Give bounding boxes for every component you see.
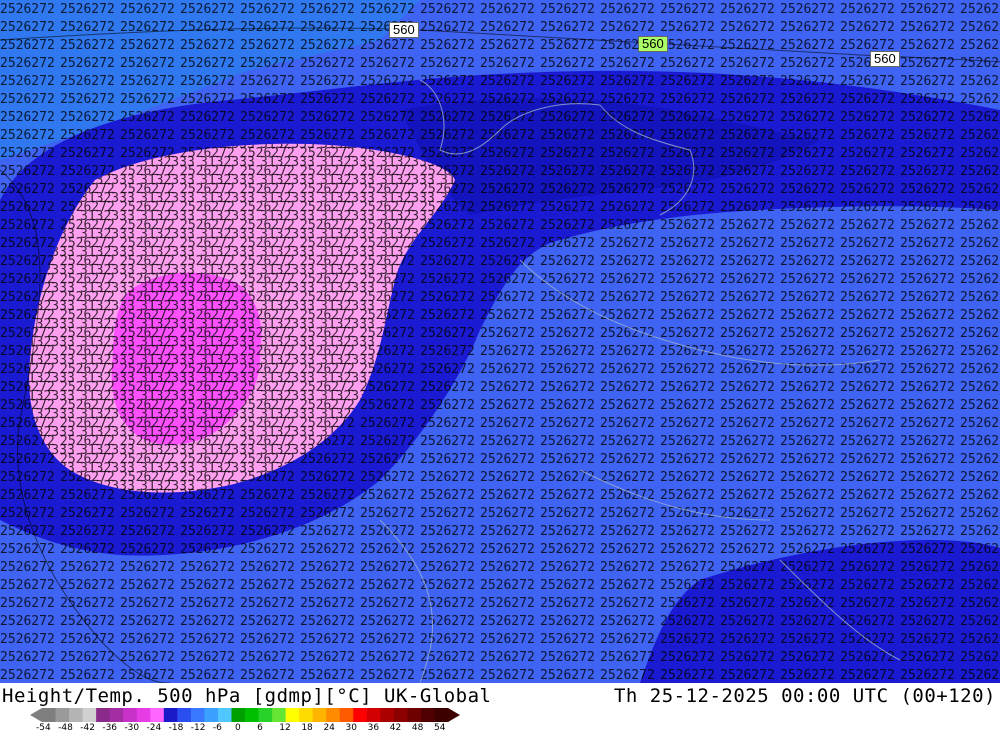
colorbar-swatch bbox=[285, 708, 300, 722]
colorbar-swatch bbox=[258, 708, 273, 722]
map-valid-time: Th 25-12-2025 00:00 UTC (00+120) bbox=[613, 685, 996, 707]
colorbar-tick-label: 54 bbox=[434, 723, 446, 733]
colorbar-tick-label: -48 bbox=[58, 723, 73, 733]
colorbar-swatch bbox=[312, 708, 327, 722]
colorbar-swatch bbox=[434, 708, 449, 722]
colorbar-swatch bbox=[190, 708, 205, 722]
colorbar-swatch bbox=[150, 708, 165, 722]
colorbar-tick-label: -54 bbox=[36, 723, 51, 733]
colorbar-swatch bbox=[136, 708, 151, 722]
colorbar-tick-label: -30 bbox=[124, 723, 140, 733]
colorbar-tick-label: -42 bbox=[80, 723, 95, 733]
colorbar-swatch bbox=[299, 708, 314, 722]
colorbar-swatch bbox=[366, 708, 381, 722]
colorbar-swatch bbox=[163, 708, 178, 722]
colorbar-swatch bbox=[339, 708, 354, 722]
colorbar-tick-label: -24 bbox=[146, 723, 162, 733]
map-canvas: 2526272 3132333 bbox=[0, 0, 1000, 683]
contour-label-560-b: 560 bbox=[638, 36, 668, 52]
colorbar-arrow-left bbox=[30, 708, 42, 722]
colorbar-tick-label: 48 bbox=[411, 723, 424, 733]
contour-label-560-a: 560 bbox=[389, 22, 419, 38]
colorbar-tick-label: -18 bbox=[168, 723, 184, 733]
colorbar-swatch bbox=[420, 708, 435, 722]
colorbar-tick-label: 0 bbox=[235, 723, 241, 733]
colorbar-swatch bbox=[96, 708, 111, 722]
colorbar-tick-label: 36 bbox=[367, 723, 380, 733]
colorbar-tick-label: 24 bbox=[323, 723, 335, 733]
colorbar-tick-label: -6 bbox=[212, 723, 222, 733]
colorbar-tick-label: 6 bbox=[257, 723, 263, 733]
colorbar-swatch bbox=[177, 708, 192, 722]
map-title: Height/Temp. 500 hPa [gdmp][°C] UK-Globa… bbox=[2, 685, 492, 707]
colorbar-swatch bbox=[380, 708, 395, 722]
weather-map: 2526272 3132333 bbox=[0, 0, 1000, 683]
colorbar-tick-label: -12 bbox=[190, 723, 206, 733]
colorbar-swatch bbox=[407, 708, 422, 722]
colorbar-swatch bbox=[69, 708, 84, 722]
colorbar-swatch bbox=[55, 708, 70, 722]
colorbar-tick-label: 18 bbox=[301, 723, 313, 733]
colorbar-swatch bbox=[204, 708, 219, 722]
colorbar-arrow-right bbox=[448, 708, 460, 722]
contour-label-560-c: 560 bbox=[870, 51, 900, 67]
colorbar-swatch bbox=[393, 708, 408, 722]
map-footer: Height/Temp. 500 hPa [gdmp][°C] UK-Globa… bbox=[0, 683, 1000, 733]
colorbar-swatch bbox=[353, 708, 368, 722]
colorbar-swatch bbox=[231, 708, 246, 722]
color-scale-ticks: -54 -48 -42 -36 -30 -24 -18 -12 -6 0 6 12 18 24 30 36 42… bbox=[30, 723, 470, 733]
colorbar-swatch bbox=[42, 708, 57, 722]
colorbar-swatch bbox=[123, 708, 138, 722]
colorbar-swatch bbox=[217, 708, 232, 722]
colorbar-tick-label: 30 bbox=[345, 723, 357, 733]
colorbar-tick-label: 12 bbox=[279, 723, 291, 733]
colorbar-swatch bbox=[272, 708, 287, 722]
colorbar-swatch bbox=[245, 708, 260, 722]
colorbar-swatch bbox=[326, 708, 341, 722]
colorbar-swatch bbox=[109, 708, 124, 722]
colorbar-tick-label: 42 bbox=[389, 723, 402, 733]
colorbar-swatch bbox=[82, 708, 97, 722]
colorbar-tick-label: -36 bbox=[102, 723, 118, 733]
color-scale-bar bbox=[30, 708, 460, 722]
